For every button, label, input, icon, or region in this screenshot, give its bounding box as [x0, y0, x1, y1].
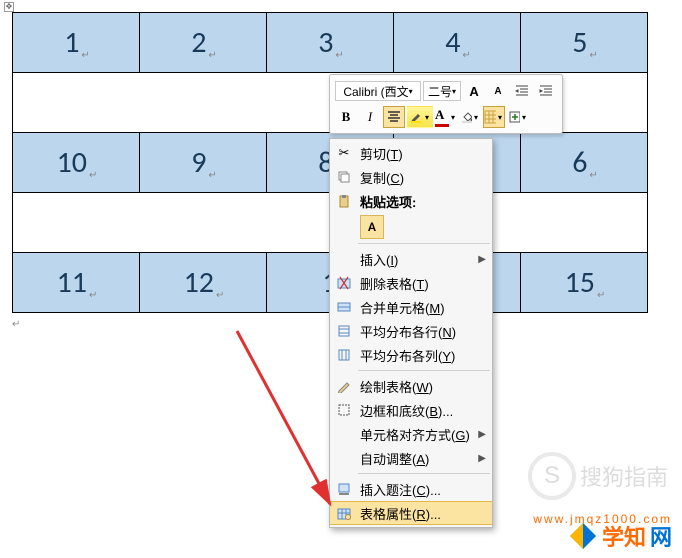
- font-family-select[interactable]: Calibri (西文 ▾: [335, 81, 421, 101]
- table-properties-icon: [336, 506, 352, 522]
- watermark-sogou: S 搜狗指南: [528, 452, 668, 500]
- ctx-copy[interactable]: 复制(C): [330, 165, 492, 189]
- ctx-insert-caption[interactable]: 插入题注(C)...: [330, 477, 492, 501]
- cell[interactable]: 11↵: [13, 253, 140, 313]
- indent-left-icon: [515, 84, 529, 98]
- ctx-cell-alignment[interactable]: 单元格对齐方式(G) ▶: [330, 422, 492, 446]
- insert-button[interactable]: ▾: [507, 106, 529, 128]
- shading-button[interactable]: ▾: [459, 106, 481, 128]
- ctx-autofit[interactable]: 自动调整(A) ▶: [330, 446, 492, 470]
- merge-cells-icon: [336, 299, 352, 315]
- ctx-distribute-rows[interactable]: 平均分布各行(N): [330, 319, 492, 343]
- indent-right-icon: [539, 84, 553, 98]
- cell[interactable]: 2↵: [140, 13, 267, 73]
- mini-toolbar: Calibri (西文 ▾ 二号 ▾ A A B I ▾ A ▾ ▾ ▾: [329, 74, 563, 134]
- ctx-merge-cells[interactable]: 合并单元格(M): [330, 295, 492, 319]
- cell[interactable]: 12↵: [140, 253, 267, 313]
- submenu-arrow-icon: ▶: [478, 453, 486, 464]
- clipboard-icon: [336, 193, 352, 209]
- highlight-icon: [409, 110, 423, 124]
- ctx-paste-options-label: 粘贴选项:: [330, 189, 492, 213]
- cell[interactable]: 5↵: [521, 13, 648, 73]
- ctx-draw-table[interactable]: 绘制表格(W): [330, 374, 492, 398]
- highlight-button[interactable]: ▾: [407, 106, 433, 128]
- separator: [358, 370, 490, 371]
- context-menu: ✂ 剪切(T) 复制(C) 粘贴选项: A 插入(I) ▶ 删除表格(T) 合并…: [329, 138, 493, 528]
- insert-icon: [508, 110, 520, 124]
- table-row: 1↵ 2↵ 3↵ 4↵ 5↵: [13, 13, 648, 73]
- copy-icon: [336, 169, 352, 185]
- ctx-insert[interactable]: 插入(I) ▶: [330, 247, 492, 271]
- delete-table-icon: [336, 275, 352, 291]
- borders-icon: [336, 402, 352, 418]
- pencil-icon: [336, 378, 352, 394]
- scissors-icon: ✂: [336, 145, 352, 161]
- bold-button[interactable]: B: [335, 106, 357, 128]
- caption-icon: [336, 481, 352, 497]
- ctx-delete-table[interactable]: 删除表格(T): [330, 271, 492, 295]
- cell[interactable]: 9↵: [140, 133, 267, 193]
- separator: [358, 473, 490, 474]
- cell[interactable]: 15↵: [521, 253, 648, 313]
- italic-button[interactable]: I: [359, 106, 381, 128]
- table-shading-button[interactable]: ▾: [483, 106, 505, 128]
- ctx-table-properties[interactable]: 表格属性(R)...: [330, 501, 492, 525]
- submenu-arrow-icon: ▶: [478, 429, 486, 440]
- separator: [358, 243, 490, 244]
- font-color-button[interactable]: A ▾: [435, 106, 457, 128]
- distribute-cols-icon: [336, 347, 352, 363]
- cell[interactable]: 6↵: [521, 133, 648, 193]
- watermark-url: www.jmqz1000.com: [533, 512, 672, 526]
- align-center-button[interactable]: [383, 106, 405, 128]
- cell[interactable]: 10↵: [13, 133, 140, 193]
- shrink-font-button[interactable]: A: [487, 80, 509, 102]
- decrease-indent-button[interactable]: [511, 80, 533, 102]
- ctx-cut[interactable]: ✂ 剪切(T): [330, 141, 492, 165]
- paint-bucket-icon: [460, 110, 472, 124]
- paste-option-keep-text[interactable]: A: [360, 215, 384, 239]
- ctx-distribute-cols[interactable]: 平均分布各列(Y): [330, 343, 492, 367]
- center-align-icon: [387, 111, 401, 123]
- distribute-rows-icon: [336, 323, 352, 339]
- submenu-arrow-icon: ▶: [478, 254, 486, 265]
- font-size-select[interactable]: 二号 ▾: [423, 81, 461, 101]
- cell[interactable]: 1↵: [13, 13, 140, 73]
- table-icon: [484, 110, 496, 124]
- table-move-handle[interactable]: ✥: [4, 2, 14, 12]
- cell[interactable]: 3↵: [267, 13, 394, 73]
- cell[interactable]: 4↵: [394, 13, 521, 73]
- increase-indent-button[interactable]: [535, 80, 557, 102]
- grow-font-button[interactable]: A: [463, 80, 485, 102]
- ctx-borders-shading[interactable]: 边框和底纹(B)...: [330, 398, 492, 422]
